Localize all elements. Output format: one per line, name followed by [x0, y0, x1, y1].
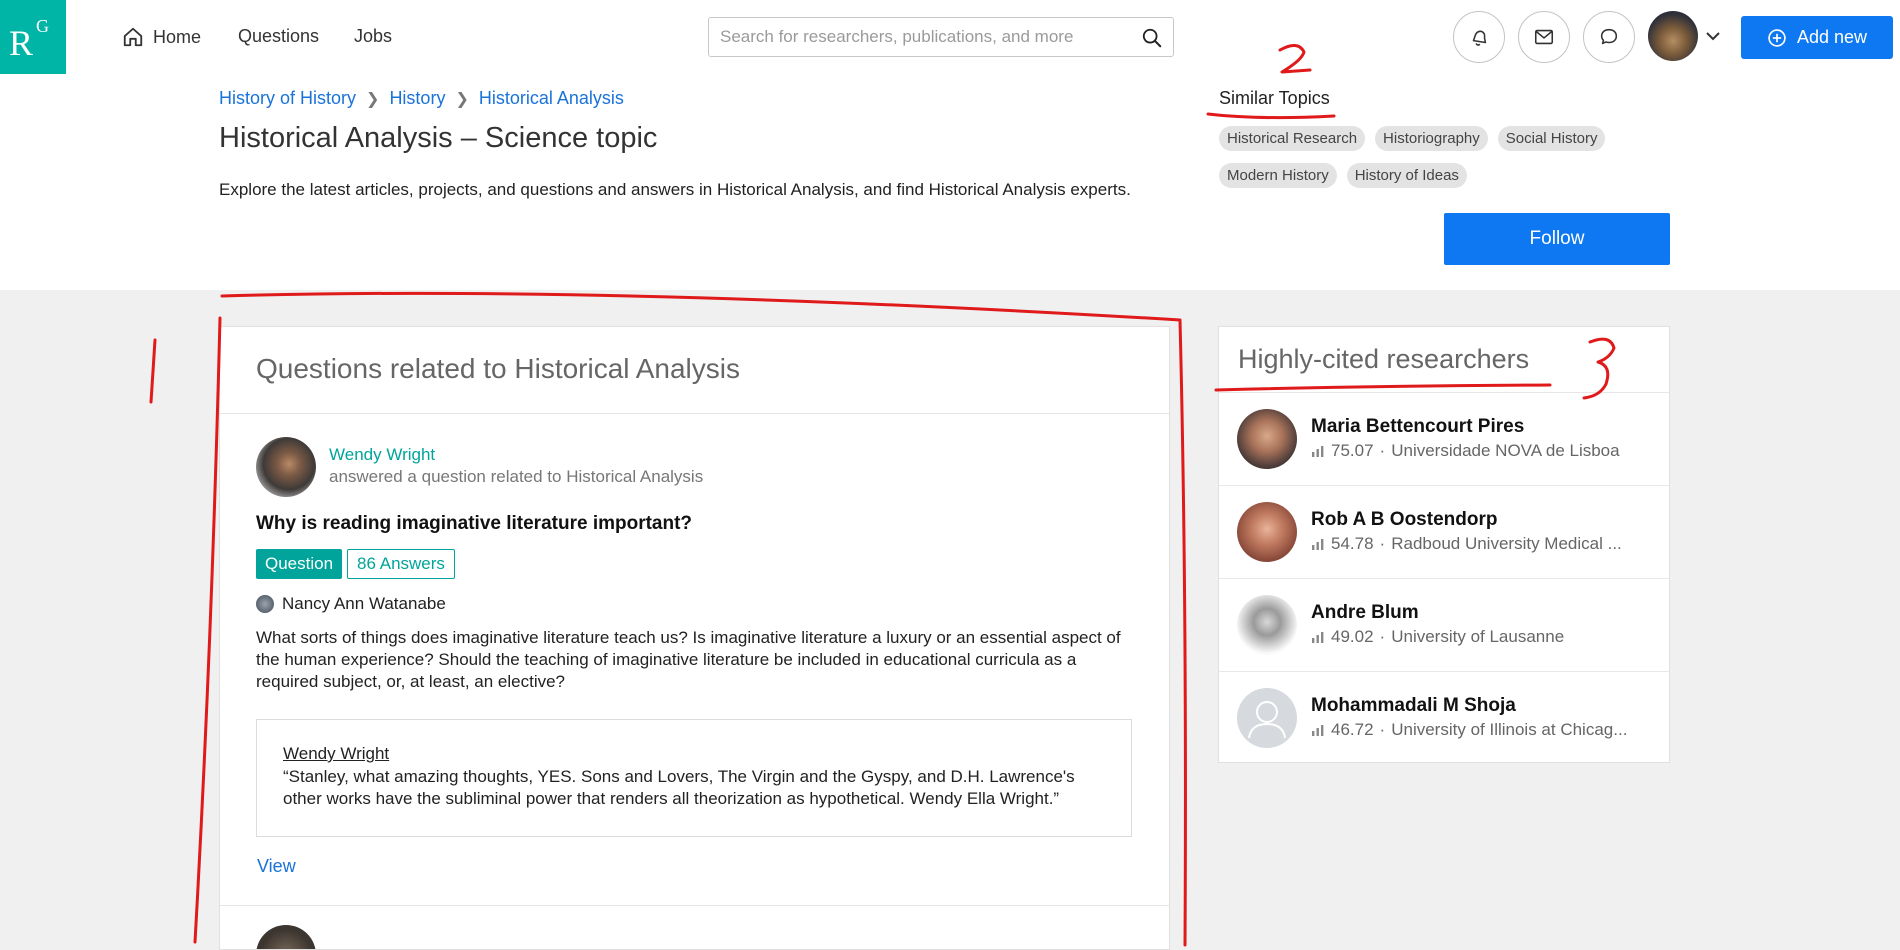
researcher-item[interactable]: Maria Bettencourt Pires 75.07 · Universida…	[1219, 393, 1669, 486]
bar-chart-icon	[1312, 725, 1324, 736]
topic-header: History of History ❯ History ❯ Historica…	[0, 74, 1900, 290]
chevron-right-icon: ❯	[366, 90, 380, 108]
search-box	[708, 17, 1174, 57]
researcher-institution: University of Lausanne	[1391, 627, 1565, 646]
bell-icon	[1472, 30, 1487, 46]
avatar[interactable]	[1237, 409, 1297, 469]
researchers-card-header: Highly-cited researchers	[1219, 327, 1669, 393]
avatar[interactable]	[1237, 595, 1297, 655]
researcher-institution: University of Illinois at Chicag...	[1391, 720, 1628, 739]
avatar[interactable]	[1237, 688, 1297, 748]
bar-chart-icon	[1312, 632, 1324, 643]
answer-preview: Wendy Wright “Stanley, what amazing thou…	[256, 719, 1132, 837]
researcher-meta: 54.78 · Radboud University Medical ...	[1311, 534, 1622, 554]
avatar	[256, 595, 274, 613]
similar-topics-label: Similar Topics	[1219, 88, 1330, 108]
chat-bubble-icon	[1600, 28, 1618, 45]
breadcrumb-item[interactable]: Historical Analysis	[479, 88, 624, 109]
researcher-score: 75.07	[1331, 441, 1374, 460]
follow-button[interactable]: Follow	[1444, 213, 1670, 265]
researcher-meta: 46.72 · University of Illinois at Chicag..…	[1311, 720, 1627, 740]
question-badges: Question 86 Answers	[256, 549, 455, 579]
researcher-name[interactable]: Maria Bettencourt Pires	[1311, 416, 1524, 438]
topic-chip[interactable]: Modern History	[1219, 163, 1337, 188]
breadcrumb-item[interactable]: History of History	[219, 88, 356, 109]
default-user-icon	[1248, 701, 1286, 739]
top-navigation-bar: R G Home Questions Jobs Add new	[0, 0, 1900, 74]
question-title[interactable]: Why is reading imaginative literature im…	[256, 513, 692, 535]
researcher-score: 54.78	[1331, 534, 1374, 553]
page-description: Explore the latest articles, projects, a…	[219, 180, 1131, 199]
view-link[interactable]: View	[257, 856, 296, 877]
topic-chip[interactable]: History of Ideas	[1346, 163, 1467, 188]
researcher-item[interactable]: Mohammadali M Shoja 46.72 · University of …	[1219, 672, 1669, 764]
search-input[interactable]	[718, 26, 1142, 48]
chevron-down-icon[interactable]	[1705, 28, 1721, 44]
home-icon	[123, 27, 143, 47]
researcher-item[interactable]: Rob A B Oostendorp 54.78 · Radboud Univers…	[1219, 486, 1669, 579]
avatar[interactable]	[1237, 502, 1297, 562]
user-name-link[interactable]: Wendy Wright	[329, 445, 435, 465]
answer-text: “Stanley, what amazing thoughts, YES. So…	[283, 767, 1075, 808]
bar-chart-icon	[1312, 446, 1324, 457]
page-title: Historical Analysis – Science topic	[219, 122, 658, 154]
researcher-institution: Radboud University Medical ...	[1391, 534, 1622, 553]
answers-count-badge[interactable]: 86 Answers	[347, 549, 455, 579]
questions-card: Questions related to Historical Analysis…	[219, 326, 1170, 950]
questions-card-header: Questions related to Historical Analysis	[220, 327, 1169, 414]
researcher-item[interactable]: Andre Blum 49.02 · University of Lausanne	[1219, 579, 1669, 672]
researcher-score: 46.72	[1331, 720, 1374, 739]
nav-questions[interactable]: Questions	[238, 26, 319, 47]
researcher-name[interactable]: Rob A B Oostendorp	[1311, 509, 1497, 531]
nav-home-label: Home	[153, 26, 202, 47]
chevron-right-icon: ❯	[455, 90, 469, 108]
notifications-button[interactable]	[1453, 11, 1505, 63]
asker-name: Nancy Ann Watanabe	[282, 594, 446, 613]
breadcrumb: History of History ❯ History ❯ Historica…	[219, 88, 624, 109]
envelope-icon	[1534, 29, 1554, 45]
user-avatar[interactable]	[1648, 11, 1698, 61]
researcher-institution: Universidade NOVA de Lisboa	[1391, 441, 1620, 460]
researcher-score: 49.02	[1331, 627, 1374, 646]
question-body: What sorts of things does imaginative li…	[256, 628, 1121, 691]
researchers-heading: Highly-cited researchers	[1238, 344, 1530, 374]
chat-button[interactable]	[1583, 11, 1635, 63]
divider	[220, 905, 1169, 906]
nav-home[interactable]: Home	[122, 26, 201, 48]
avatar[interactable]	[256, 925, 316, 949]
highly-cited-researchers-card: Highly-cited researchers Maria Bettencou…	[1218, 326, 1670, 763]
questions-heading: Questions related to Historical Analysis	[256, 353, 740, 384]
answer-author-link[interactable]: Wendy Wright	[283, 744, 389, 764]
similar-topics-list: Historical Research Historiography Socia…	[1219, 126, 1679, 188]
researcher-meta: 75.07 · Universidade NOVA de Lisboa	[1311, 441, 1620, 461]
messages-button[interactable]	[1518, 11, 1570, 63]
nav-jobs[interactable]: Jobs	[354, 26, 392, 47]
activity-text: answered a question related to Historica…	[329, 467, 704, 486]
avatar[interactable]	[256, 437, 316, 497]
researcher-name[interactable]: Mohammadali M Shoja	[1311, 695, 1516, 717]
plus-circle-icon	[1768, 28, 1786, 47]
question-asker[interactable]: Nancy Ann Watanabe	[256, 594, 446, 614]
add-new-label: Add new	[1796, 27, 1868, 47]
breadcrumb-item[interactable]: History	[389, 88, 445, 109]
annotation-number-1-mark	[149, 338, 157, 404]
researcher-meta: 49.02 · University of Lausanne	[1311, 627, 1564, 647]
search-icon[interactable]	[1141, 27, 1163, 49]
question-badge: Question	[256, 549, 343, 579]
topic-chip[interactable]: Historical Research	[1219, 126, 1366, 151]
topic-chip[interactable]: Historiography	[1375, 126, 1488, 151]
bar-chart-icon	[1312, 539, 1324, 550]
topic-chip[interactable]: Social History	[1497, 126, 1606, 151]
researcher-name[interactable]: Andre Blum	[1311, 602, 1419, 624]
researchgate-logo[interactable]: R G	[0, 0, 66, 74]
add-new-button[interactable]: Add new	[1741, 16, 1893, 59]
